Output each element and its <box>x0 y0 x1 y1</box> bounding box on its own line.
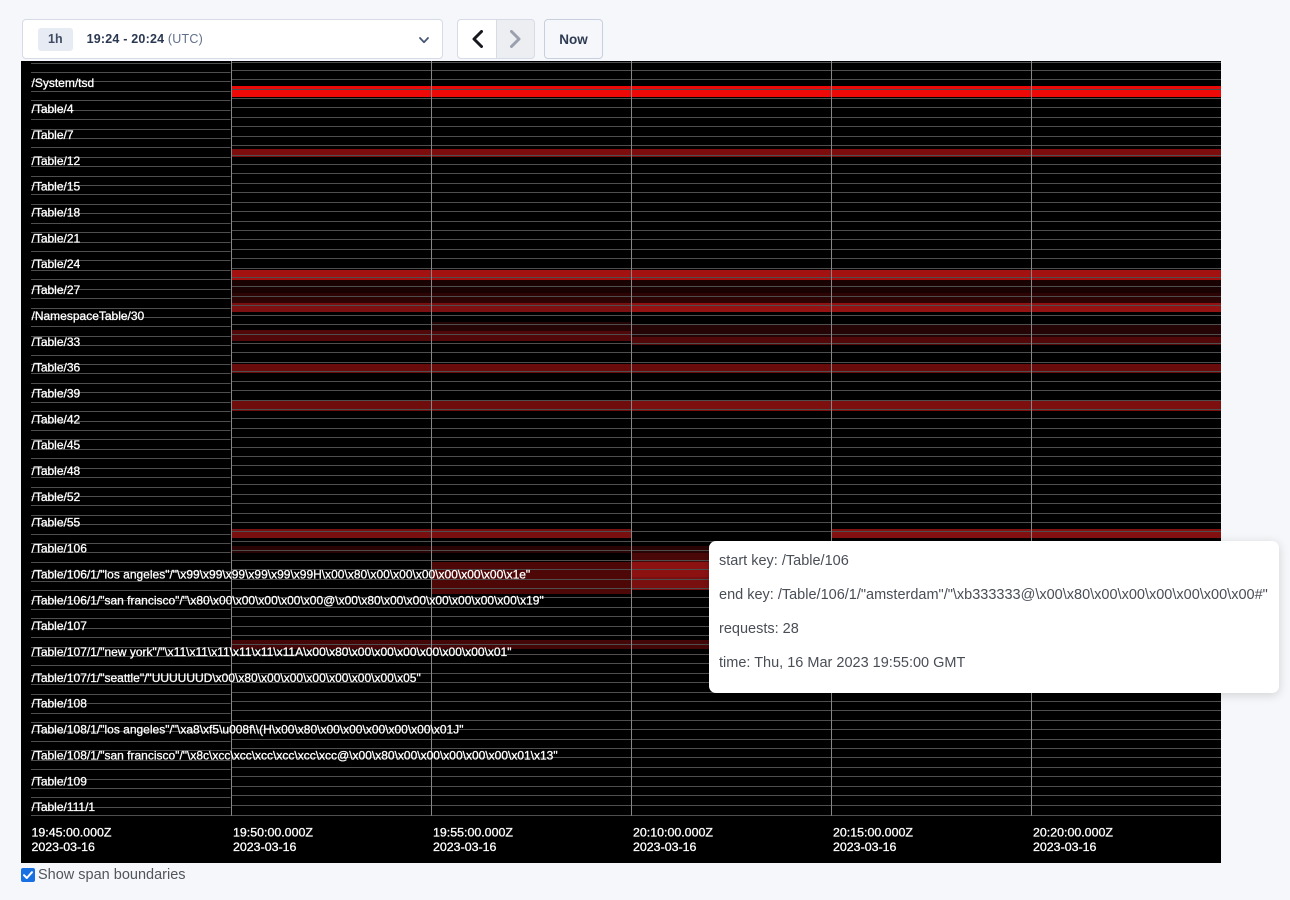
svg-text:2023-03-16: 2023-03-16 <box>633 840 696 854</box>
svg-text:/Table/18: /Table/18 <box>32 206 81 220</box>
svg-text:/Table/109: /Table/109 <box>32 774 88 788</box>
svg-text:2023-03-16: 2023-03-16 <box>833 840 896 854</box>
svg-text:19:50:00.000Z: 19:50:00.000Z <box>233 826 313 840</box>
svg-text:/Table/48: /Table/48 <box>32 464 81 478</box>
svg-text:/Table/111/1: /Table/111/1 <box>32 800 96 814</box>
svg-text:/Table/42: /Table/42 <box>32 412 81 426</box>
svg-text:2023-03-16: 2023-03-16 <box>433 840 496 854</box>
svg-text:/Table/27: /Table/27 <box>32 283 81 297</box>
svg-text:/Table/55: /Table/55 <box>32 516 81 530</box>
svg-text:20:10:00.000Z: 20:10:00.000Z <box>633 826 713 840</box>
svg-text:20:15:00.000Z: 20:15:00.000Z <box>833 826 913 840</box>
svg-text:/Table/106/1/"san francisco"/": /Table/106/1/"san francisco"/"\x80\x00\x… <box>32 593 544 607</box>
svg-text:2023-03-16: 2023-03-16 <box>1033 840 1096 854</box>
svg-text:/Table/107/1/"new york"/"\x11\: /Table/107/1/"new york"/"\x11\x11\x11\x1… <box>32 645 512 659</box>
svg-text:/Table/107/1/"seattle"/"UUUUUU: /Table/107/1/"seattle"/"UUUUUUD\x00\x80\… <box>32 671 421 685</box>
svg-text:/Table/108/1/"san francisco"/": /Table/108/1/"san francisco"/"\x8c\xcc\x… <box>32 748 558 762</box>
svg-text:/Table/12: /Table/12 <box>32 154 81 168</box>
svg-text:/Table/108: /Table/108 <box>32 697 88 711</box>
svg-text:/Table/107: /Table/107 <box>32 619 88 633</box>
svg-text:/Table/45: /Table/45 <box>32 438 81 452</box>
svg-text:/Table/108/1/"los angeles"/"\x: /Table/108/1/"los angeles"/"\xa8\xf5\u00… <box>32 723 464 737</box>
svg-text:/Table/106/1/"los angeles"/"\x: /Table/106/1/"los angeles"/"\x99\x99\x99… <box>32 567 531 581</box>
svg-text:/Table/21: /Table/21 <box>32 231 81 245</box>
svg-text:/NamespaceTable/30: /NamespaceTable/30 <box>32 309 145 323</box>
svg-text:/Table/7: /Table/7 <box>32 128 74 142</box>
svg-text:19:45:00.000Z: 19:45:00.000Z <box>32 826 112 840</box>
svg-text:/Table/4: /Table/4 <box>32 102 74 116</box>
svg-text:19:55:00.000Z: 19:55:00.000Z <box>433 826 513 840</box>
svg-text:/Table/39: /Table/39 <box>32 387 81 401</box>
svg-text:2023-03-16: 2023-03-16 <box>233 840 296 854</box>
svg-text:/Table/36: /Table/36 <box>32 361 81 375</box>
svg-text:/Table/24: /Table/24 <box>32 257 81 271</box>
svg-text:20:20:00.000Z: 20:20:00.000Z <box>1033 826 1113 840</box>
svg-text:/Table/33: /Table/33 <box>32 335 81 349</box>
svg-text:2023-03-16: 2023-03-16 <box>32 840 95 854</box>
svg-text:/Table/15: /Table/15 <box>32 180 81 194</box>
svg-text:/System/tsd: /System/tsd <box>32 76 95 90</box>
svg-text:/Table/52: /Table/52 <box>32 490 81 504</box>
svg-text:/Table/106: /Table/106 <box>32 542 88 556</box>
